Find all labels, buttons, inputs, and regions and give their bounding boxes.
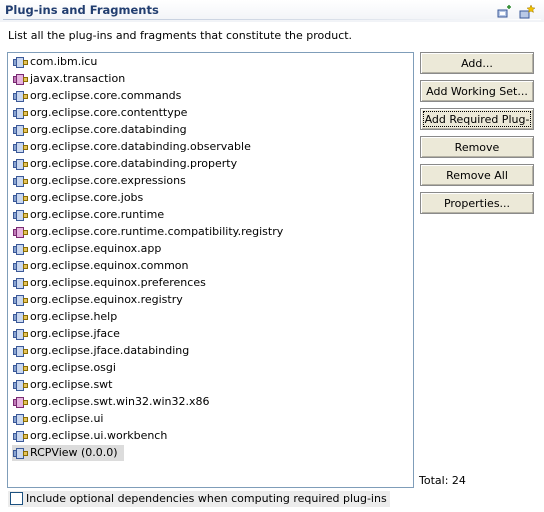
list-item[interactable]: org.eclipse.jface.databinding [12,343,195,359]
list-item[interactable]: org.eclipse.core.databinding.property [12,156,243,172]
section-description: List all the plug-ins and fragments that… [8,29,353,42]
plugin-list[interactable]: com.ibm.icu javax.transaction org.eclipse.… [7,52,414,488]
list-item-label: org.eclipse.equinox.common [30,259,189,272]
list-item[interactable]: org.eclipse.core.runtime.compatibility.r… [12,224,289,240]
add-plugin-star-icon[interactable] [518,4,536,21]
list-item[interactable]: org.eclipse.core.runtime [12,207,170,223]
list-item-label: org.eclipse.core.jobs [30,191,144,204]
list-item-label: org.eclipse.core.contenttype [30,106,188,119]
list-item[interactable]: org.eclipse.equinox.app [12,241,167,257]
list-item[interactable]: org.eclipse.equinox.preferences [12,275,212,291]
list-item[interactable]: org.eclipse.help [12,309,123,325]
list-item-label: org.eclipse.ui [30,412,104,425]
list-item-label: javax.transaction [30,72,126,85]
list-item-label: org.eclipse.swt [30,378,113,391]
list-item[interactable]: org.eclipse.ui.workbench [12,428,173,444]
list-item[interactable]: org.eclipse.equinox.common [12,258,195,274]
list-item[interactable]: org.eclipse.equinox.registry [12,292,189,308]
list-item[interactable]: org.eclipse.osgi [12,360,122,376]
list-item[interactable]: org.eclipse.core.jobs [12,190,149,206]
list-item[interactable]: javax.transaction [12,71,131,87]
list-item[interactable]: com.ibm.icu [12,54,103,70]
add-required-plugins-button[interactable]: Add Required Plug-ins [420,108,534,148]
list-item-label: org.eclipse.osgi [30,361,116,374]
list-item[interactable]: org.eclipse.swt.win32.win32.x86 [12,394,216,410]
list-item-label: org.eclipse.core.databinding.property [30,157,238,170]
list-item-label: org.eclipse.core.databinding.observable [30,140,251,153]
section-header: Plug-ins and Fragments [0,0,544,22]
list-item[interactable]: org.eclipse.jface [12,326,126,342]
list-item[interactable]: org.eclipse.core.contenttype [12,105,193,121]
list-item-label: org.eclipse.core.expressions [30,174,186,187]
list-item-label: org.eclipse.ui.workbench [30,429,168,442]
total-count: Total: 24 [419,474,466,487]
list-item-label: org.eclipse.equinox.preferences [30,276,206,289]
list-item-label: org.eclipse.core.runtime [30,208,165,221]
properties-button[interactable]: Properties... [420,192,534,214]
list-item-label: org.eclipse.jface [30,327,120,340]
add-plugin-icon[interactable] [496,5,514,21]
header-divider [3,19,541,20]
remove-all-button[interactable]: Remove All [420,164,534,186]
list-item[interactable]: org.eclipse.swt [12,377,118,393]
section-title: Plug-ins and Fragments [5,3,159,17]
list-item-label: org.eclipse.swt.win32.win32.x86 [30,395,210,408]
list-item[interactable]: org.eclipse.ui [12,411,109,427]
list-item[interactable]: org.eclipse.core.databinding [12,122,193,138]
list-item[interactable]: RCPView (0.0.0) [12,445,124,461]
list-item-label: org.eclipse.help [30,310,118,323]
include-optional-label[interactable]: Include optional dependencies when compu… [26,492,403,505]
list-item-label: org.eclipse.equinox.app [30,242,162,255]
list-item-label: com.ibm.icu [30,55,98,68]
list-item[interactable]: org.eclipse.core.commands [12,88,187,104]
list-item-label: org.eclipse.core.commands [30,89,182,102]
list-item-label: org.eclipse.core.databinding [30,123,187,136]
remove-button[interactable]: Remove [420,136,534,158]
include-optional-checkbox-row[interactable]: Include optional dependencies when compu… [8,491,390,507]
list-item-label: org.eclipse.core.runtime.compatibility.r… [30,225,284,238]
list-item[interactable]: org.eclipse.core.databinding.observable [12,139,257,155]
list-item-label: RCPView (0.0.0) [30,446,118,459]
include-optional-checkbox[interactable] [10,492,23,505]
list-item[interactable]: org.eclipse.core.expressions [12,173,192,189]
list-item-label: org.eclipse.jface.databinding [30,344,190,357]
list-item-label: org.eclipse.equinox.registry [30,293,183,306]
add-working-set-button[interactable]: Add Working Set... [420,80,534,102]
add-button[interactable]: Add... [420,52,534,74]
